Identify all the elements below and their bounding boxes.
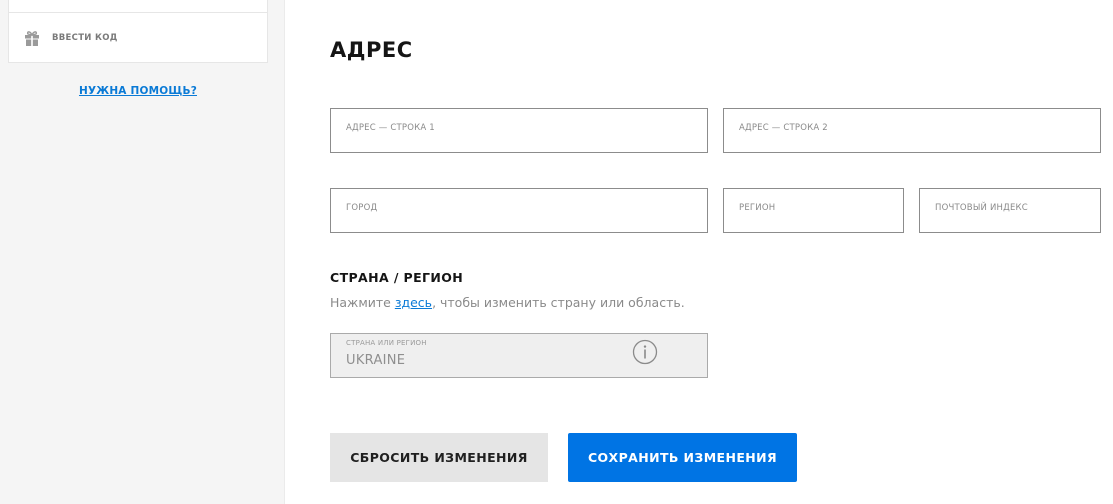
sidebar-divider (9, 0, 267, 13)
reset-changes-button[interactable]: СБРОСИТЬ ИЗМЕНЕНИЯ (330, 433, 548, 482)
postal-code-field[interactable]: ПОЧТОВЫЙ ИНДЕКС (919, 188, 1101, 233)
sidebar-item-enter-code[interactable]: ВВЕСТИ КОД (9, 13, 267, 63)
region-input[interactable] (724, 189, 903, 232)
address-line2-input[interactable] (724, 109, 1100, 152)
page-title: АДРЕС (330, 38, 413, 62)
country-hint-after: , чтобы изменить страну или область. (432, 295, 685, 310)
change-country-link[interactable]: здесь (395, 295, 432, 310)
country-value: UKRAINE (346, 353, 406, 368)
gift-icon (25, 31, 39, 46)
sidebar-item-label: ВВЕСТИ КОД (52, 33, 118, 43)
address-line2-field[interactable]: АДРЕС — СТРОКА 2 (723, 108, 1101, 153)
country-field: СТРАНА ИЛИ РЕГИОН UKRAINE (330, 333, 708, 378)
sidebar-menu: ВВЕСТИ КОД (8, 0, 268, 63)
address-line1-input[interactable] (331, 109, 707, 152)
city-input[interactable] (331, 189, 707, 232)
address-line1-field[interactable]: АДРЕС — СТРОКА 1 (330, 108, 708, 153)
info-icon[interactable] (632, 339, 658, 365)
country-hint: Нажмите здесь, чтобы изменить страну или… (330, 295, 685, 310)
postal-code-input[interactable] (920, 189, 1100, 232)
sidebar: ВВЕСТИ КОД НУЖНА ПОМОЩЬ? (0, 0, 285, 504)
city-field[interactable]: ГОРОД (330, 188, 708, 233)
region-field[interactable]: РЕГИОН (723, 188, 904, 233)
country-section-title: СТРАНА / РЕГИОН (330, 270, 464, 285)
address-form: АДРЕС АДРЕС — СТРОКА 1 АДРЕС — СТРОКА 2 … (330, 0, 1102, 504)
country-hint-before: Нажмите (330, 295, 395, 310)
country-field-label: СТРАНА ИЛИ РЕГИОН (346, 339, 427, 347)
help-link[interactable]: НУЖНА ПОМОЩЬ? (0, 85, 276, 97)
save-changes-button[interactable]: СОХРАНИТЬ ИЗМЕНЕНИЯ (568, 433, 797, 482)
